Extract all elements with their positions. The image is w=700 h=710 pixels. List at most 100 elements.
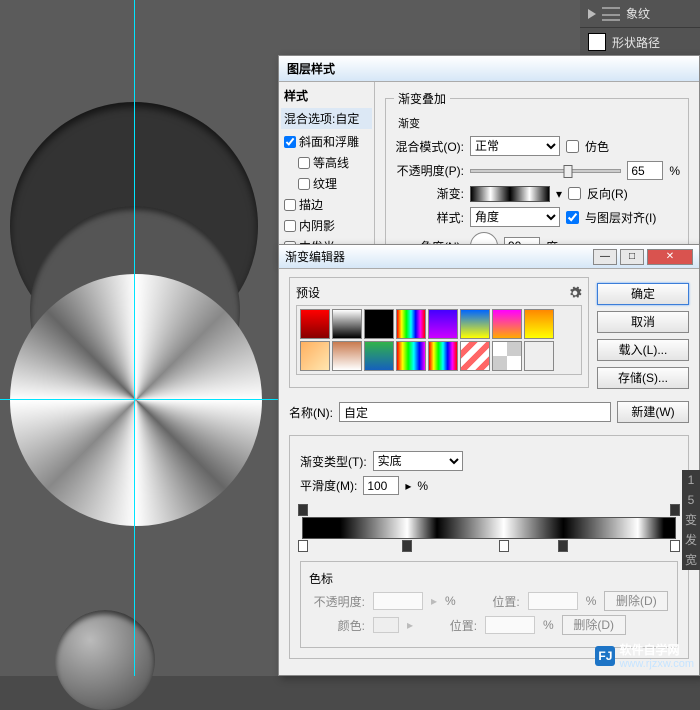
preset-thumb[interactable] [428, 341, 458, 371]
pct-label: % [669, 164, 680, 178]
metal-dial [10, 274, 262, 526]
style-item-bevel[interactable]: 斜面和浮雕 [284, 131, 369, 152]
window-minimize-button[interactable]: — [593, 249, 617, 265]
chevron-down-icon[interactable]: ▾ [556, 187, 562, 201]
panel-label: 形状路径 [612, 34, 660, 51]
chevron-right-icon[interactable]: ▸ [405, 479, 411, 493]
dialog-layer-style: 图层样式 样式 混合选项:自定 斜面和浮雕 等高线 纹理 描边 内阴影 内发光 … [278, 55, 700, 265]
preset-thumb[interactable] [492, 309, 522, 339]
mark-pos-field [528, 592, 578, 610]
blend-mode-select[interactable]: 正常 [470, 136, 560, 156]
color-stop[interactable] [670, 540, 680, 552]
gtype-select[interactable]: 实底 [373, 451, 463, 471]
color-stop[interactable] [298, 540, 308, 552]
window-maximize-button[interactable]: □ [620, 249, 644, 265]
dialog-titlebar[interactable]: 渐变编辑器 — □ ✕ [279, 245, 699, 269]
gtype-label: 渐变类型(T): [300, 453, 367, 470]
opacity-slider[interactable] [470, 169, 621, 173]
blend-mode-label: 混合模式(O): [394, 138, 464, 155]
name-label: 名称(N): [289, 404, 333, 421]
preset-thumb[interactable] [396, 309, 426, 339]
smooth-input[interactable] [363, 476, 399, 495]
watermark: FJ 软件自学网 www.rjzxw.com [595, 641, 694, 670]
load-button[interactable]: 载入(L)... [597, 339, 689, 361]
subsection-title: 渐变 [394, 115, 424, 131]
mark-color-label: 颜色: [309, 617, 365, 634]
mark-opacity-label: 不透明度: [309, 593, 365, 610]
reverse-checkbox[interactable] [568, 187, 581, 200]
preset-thumb[interactable] [332, 309, 362, 339]
watermark-title: 软件自学网 [619, 641, 694, 658]
preset-thumb[interactable] [364, 341, 394, 371]
preset-thumb[interactable] [460, 341, 490, 371]
gradient-preview[interactable] [470, 186, 550, 202]
guide-vertical [134, 0, 135, 676]
mark-color-swatch [373, 617, 399, 633]
style-item-texture[interactable]: 纹理 [284, 173, 369, 194]
style-item-innershadow[interactable]: 内阴影 [284, 215, 369, 236]
window-close-button[interactable]: ✕ [647, 249, 693, 265]
checkbox[interactable] [298, 157, 310, 169]
mark-pos-label: 位置: [464, 593, 520, 610]
gradient-ramp[interactable] [302, 517, 676, 539]
styles-header: 样式 [284, 87, 369, 104]
styles-list: 样式 混合选项:自定 斜面和浮雕 等高线 纹理 描边 内阴影 内发光 [279, 82, 375, 266]
ok-button[interactable]: 确定 [597, 283, 689, 305]
list-icon [602, 7, 620, 21]
delete-button: 删除(D) [604, 591, 668, 611]
preset-thumb[interactable] [524, 309, 554, 339]
small-knob [55, 610, 155, 710]
pct-label: % [417, 479, 428, 493]
preset-thumb[interactable] [300, 309, 330, 339]
checkbox[interactable] [298, 178, 310, 190]
align-checkbox[interactable] [566, 211, 579, 224]
style-item-contour[interactable]: 等高线 [284, 152, 369, 173]
checkbox[interactable] [284, 136, 296, 148]
section-title: 渐变叠加 [394, 90, 450, 107]
preset-thumb[interactable] [300, 341, 330, 371]
dialog-gradient-editor: 渐变编辑器 — □ ✕ 预设 确定 取消 载入(L)... 存储 [278, 244, 700, 676]
preset-thumb[interactable] [332, 341, 362, 371]
style-label: 样式: [394, 209, 464, 226]
color-stop[interactable] [499, 540, 509, 552]
style-item-stroke[interactable]: 描边 [284, 194, 369, 215]
checkbox[interactable] [284, 220, 296, 232]
preset-thumb[interactable] [364, 309, 394, 339]
preset-thumb[interactable] [492, 341, 522, 371]
blend-options-row[interactable]: 混合选项:自定 [281, 108, 372, 129]
collapsed-panel-strip: 1 5 变 发 宽 [682, 470, 700, 570]
name-input[interactable] [339, 402, 611, 422]
watermark-url: www.rjzxw.com [619, 658, 694, 670]
new-button[interactable]: 新建(W) [617, 401, 689, 423]
checkbox[interactable] [284, 199, 296, 211]
swatch-icon [588, 33, 606, 51]
dialog-titlebar[interactable]: 图层样式 [279, 56, 699, 82]
smooth-label: 平滑度(M): [300, 477, 357, 494]
reverse-label: 反向(R) [587, 185, 628, 202]
preset-thumb[interactable] [428, 309, 458, 339]
opacity-input[interactable] [627, 161, 663, 180]
presets-label: 预设 [296, 284, 320, 301]
style-select[interactable]: 角度 [470, 207, 560, 227]
opacity-stop[interactable] [670, 504, 680, 516]
panel-row-shapes[interactable]: 形状路径 [580, 28, 700, 57]
gradient-label: 渐变: [394, 185, 464, 202]
expand-icon [588, 9, 596, 19]
save-button[interactable]: 存储(S)... [597, 367, 689, 389]
align-label: 与图层对齐(I) [585, 209, 656, 226]
gradient-subsection: 渐变 混合模式(O): 正常 仿色 不透明度(P): % 渐变: [394, 115, 680, 265]
preset-thumb[interactable] [460, 309, 490, 339]
gear-icon[interactable] [568, 286, 582, 300]
panel-row-patterns[interactable]: 象纹 [580, 0, 700, 28]
chevron-right-icon: ▸ [431, 594, 437, 608]
mark-pos-field [485, 616, 535, 634]
color-stop[interactable] [402, 540, 412, 552]
preset-thumb[interactable] [396, 341, 426, 371]
cancel-button[interactable]: 取消 [597, 311, 689, 333]
logo-icon: FJ [595, 646, 615, 666]
preset-grid [296, 305, 582, 375]
color-stop[interactable] [558, 540, 568, 552]
preset-thumb[interactable] [524, 341, 554, 371]
dither-checkbox[interactable] [566, 140, 579, 153]
opacity-stop[interactable] [298, 504, 308, 516]
